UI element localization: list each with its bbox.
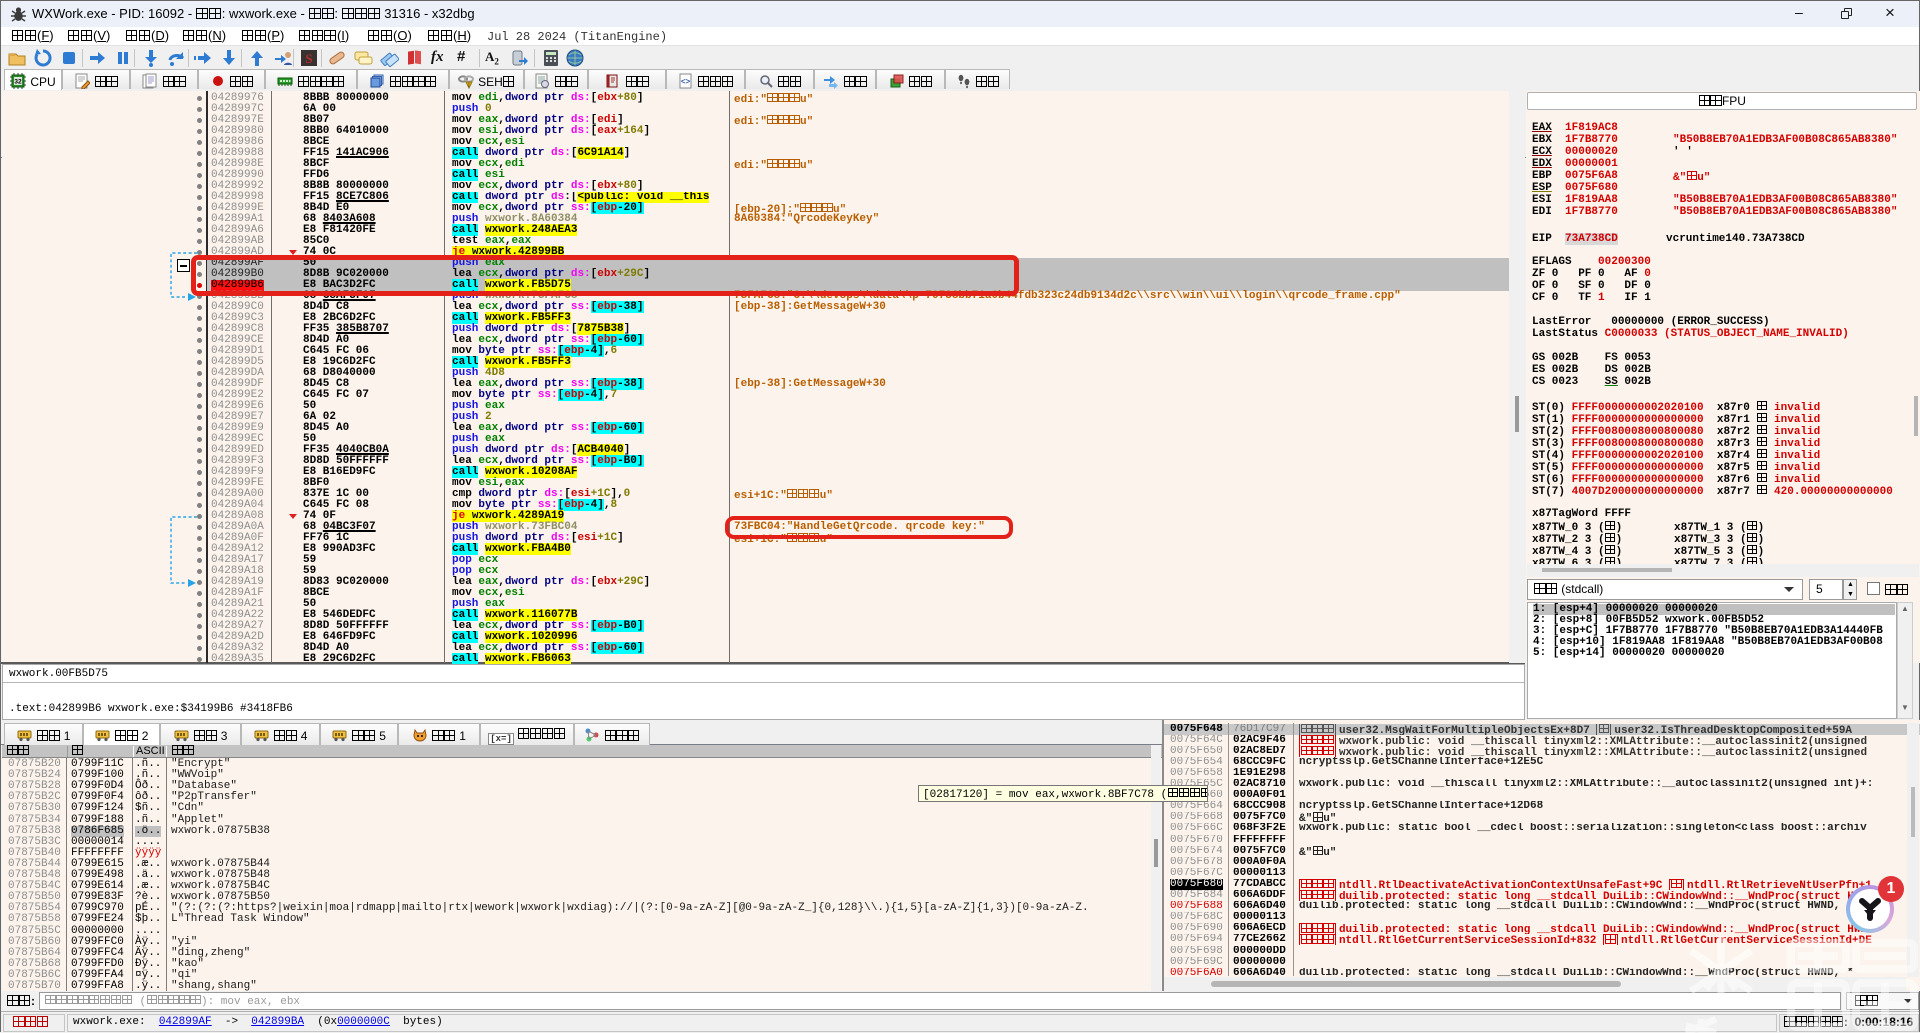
svg-text:32: 32: [15, 79, 23, 86]
svg-text:<>: <>: [680, 77, 690, 86]
svg-text:S: S: [305, 51, 312, 66]
